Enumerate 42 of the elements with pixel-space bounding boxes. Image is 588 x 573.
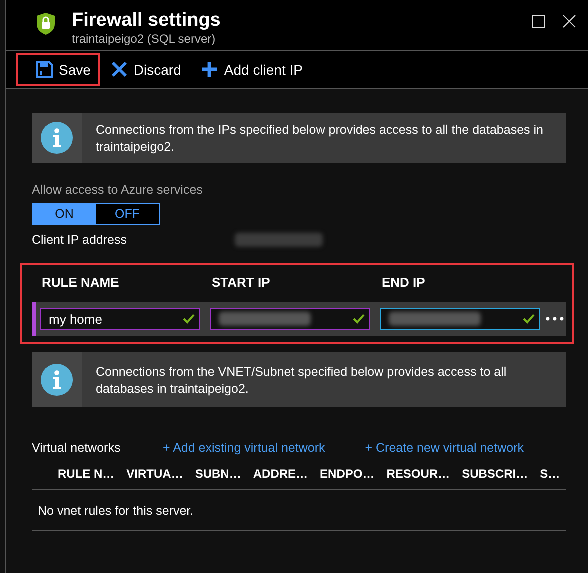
column-header: S… — [540, 467, 560, 481]
info-icon — [40, 121, 74, 155]
input-field[interactable]: my home — [40, 308, 200, 330]
more-icon[interactable] — [546, 317, 564, 321]
window-title: Firewall settings — [72, 10, 222, 32]
plus-icon — [201, 61, 218, 78]
input-field[interactable] — [380, 308, 540, 330]
shield-lock-icon — [36, 12, 56, 36]
column-header: END IP — [382, 275, 426, 290]
column-header: RULE N… — [58, 467, 115, 481]
check-icon — [523, 314, 535, 324]
link[interactable]: + Add existing virtual network — [163, 441, 326, 455]
field-label: Client IP address — [32, 233, 127, 247]
input-field[interactable] — [210, 308, 370, 330]
field-label: Allow access to Azure services — [32, 183, 204, 197]
column-header: ADDRE… — [253, 467, 308, 481]
column-header: SUBSCRI… — [462, 467, 528, 481]
column-header: START IP — [212, 275, 272, 290]
save-icon — [36, 61, 53, 78]
column-header: VIRTUA… — [126, 467, 184, 481]
info-text: Connections from the VNET/Subnet specified below provides access to all databases in traintaipeigo2. — [95, 364, 508, 398]
toolbar-button[interactable]: Save — [16, 53, 100, 86]
info-icon — [40, 362, 74, 396]
check-icon — [183, 314, 195, 324]
link[interactable]: + Create new virtual network — [365, 441, 524, 455]
rule-row[interactable]: my home — [32, 302, 566, 336]
info-text: Connections from the IPs specified below provides access to all the databases in traintaipeigo2. — [95, 122, 544, 156]
empty-message: No vnet rules for this server. — [38, 504, 194, 518]
column-header: SUBN… — [195, 467, 242, 481]
column-header: RULE NAME — [42, 275, 120, 290]
toolbar-button[interactable]: Discard — [106, 53, 190, 86]
close-icon — [110, 61, 128, 78]
check-icon — [353, 314, 365, 324]
maximize-icon[interactable] — [532, 15, 545, 28]
section-label: Virtual networks — [32, 441, 122, 455]
toolbar-button[interactable]: Add client IP — [196, 53, 312, 86]
window-subtitle: traintaipeigo2 (SQL server) — [72, 32, 217, 46]
toggle-option[interactable]: OFF — [96, 204, 159, 224]
toggle-option[interactable]: ON — [33, 204, 96, 224]
close-icon[interactable] — [563, 15, 576, 28]
column-header: ENDPO… — [320, 467, 375, 481]
column-header: RESOUR… — [386, 467, 450, 481]
